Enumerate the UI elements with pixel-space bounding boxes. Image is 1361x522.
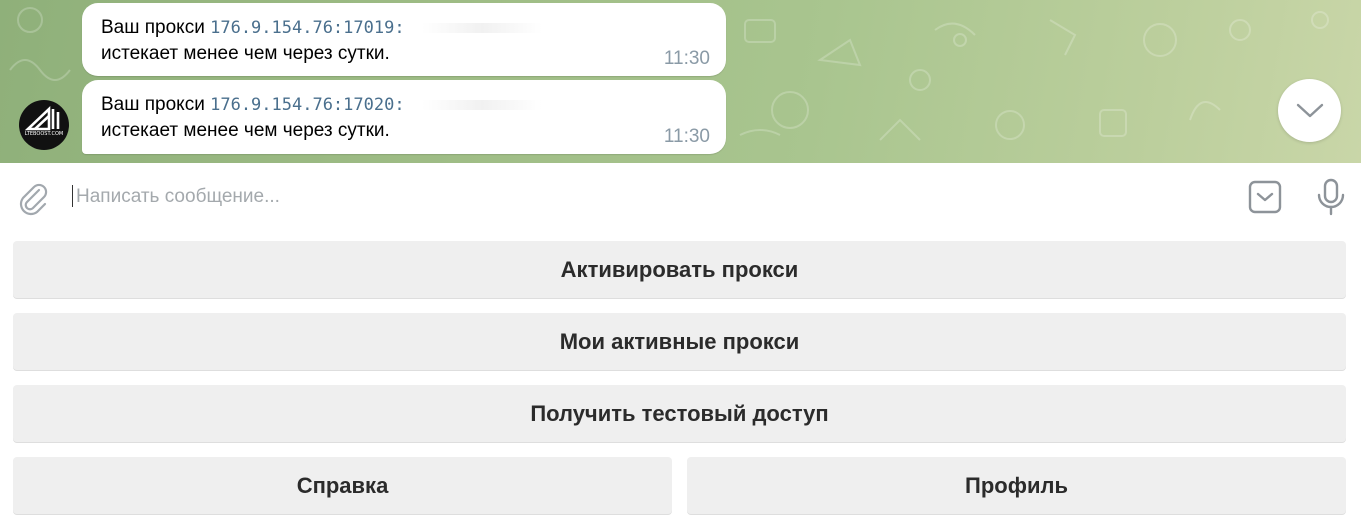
message-input[interactable] bbox=[76, 182, 1216, 212]
scroll-down-button[interactable] bbox=[1278, 79, 1341, 142]
message-prefix: Ваш прокси bbox=[101, 94, 205, 115]
profile-button[interactable]: Профиль bbox=[687, 457, 1346, 514]
chat-area: Ваш прокси 176.9.154.76:17019: истекает … bbox=[0, 0, 1361, 163]
activate-proxy-button[interactable]: Активировать прокси bbox=[13, 241, 1346, 298]
redacted-area bbox=[421, 22, 542, 33]
message-first-line: Ваш прокси 176.9.154.76:17020: bbox=[101, 94, 542, 116]
chevron-down-icon bbox=[1296, 103, 1323, 117]
message-composer bbox=[0, 163, 1361, 230]
message-time: 11:30 bbox=[663, 126, 710, 147]
message-bubble: Ваш прокси 176.9.154.76:17020: истекает … bbox=[82, 80, 726, 154]
microphone-icon[interactable] bbox=[1314, 177, 1348, 217]
logo-icon bbox=[24, 105, 60, 131]
paperclip-icon[interactable] bbox=[15, 180, 51, 216]
help-button[interactable]: Справка bbox=[13, 457, 672, 514]
message-text: истекает менее чем через сутки. bbox=[101, 120, 390, 141]
proxy-address[interactable]: 176.9.154.76:17019: bbox=[210, 18, 404, 38]
message-text: истекает менее чем через сутки. bbox=[101, 43, 390, 64]
redacted-area bbox=[421, 99, 542, 110]
avatar-caption: LTEBOOST.COM bbox=[24, 131, 64, 137]
message-prefix: Ваш прокси bbox=[101, 17, 205, 38]
bot-avatar[interactable]: LTEBOOST.COM bbox=[19, 100, 69, 150]
proxy-address[interactable]: 176.9.154.76:17020: bbox=[210, 95, 404, 115]
bot-keyboard-icon[interactable] bbox=[1247, 179, 1283, 215]
get-test-access-button[interactable]: Получить тестовый доступ bbox=[13, 385, 1346, 442]
text-caret bbox=[72, 185, 73, 207]
my-active-proxies-button[interactable]: Мои активные прокси bbox=[13, 313, 1346, 370]
message-bubble: Ваш прокси 176.9.154.76:17019: истекает … bbox=[82, 3, 726, 76]
message-time: 11:30 bbox=[663, 48, 710, 69]
message-first-line: Ваш прокси 176.9.154.76:17019: bbox=[101, 17, 542, 39]
